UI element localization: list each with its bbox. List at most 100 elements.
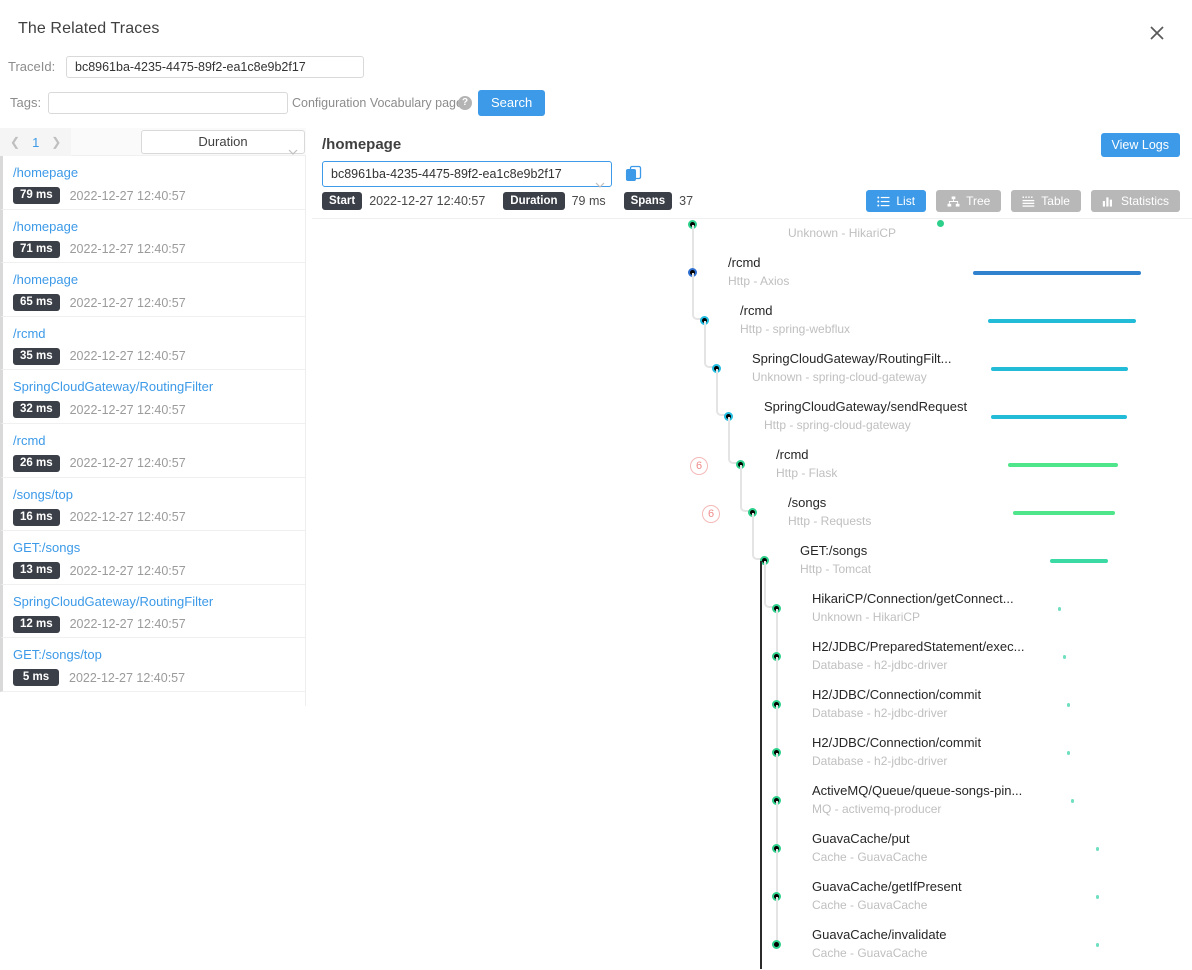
traceid-input[interactable] (66, 56, 364, 78)
span-subtitle: MQ - activemq-producer (812, 802, 941, 816)
span-error-badge: 6 (690, 457, 708, 475)
tab-statistics[interactable]: Statistics (1091, 190, 1180, 212)
span-list[interactable]: Unknown - HikariCP/rcmdHttp - Axios/rcmd… (312, 218, 1192, 970)
trace-list-item[interactable]: /songs/top16 ms2022-12-27 12:40:57 (0, 478, 305, 532)
trace-detail-panel: /homepage View Logs bc8961ba-4235-4475-8… (312, 128, 1192, 970)
trace-item-duration: 13 ms (13, 562, 60, 579)
span-row[interactable]: /rcmdHttp - spring-webflux (312, 297, 1192, 345)
trace-item-time: 2022-12-27 12:40:57 (70, 349, 186, 363)
span-connector (692, 273, 704, 320)
tab-label: List (896, 190, 915, 212)
span-row[interactable]: H2/JDBC/Connection/commitDatabase - h2-j… (312, 729, 1192, 777)
tree-icon (947, 196, 960, 207)
trace-list-item[interactable]: /rcmd35 ms2022-12-27 12:40:57 (0, 317, 305, 371)
span-row[interactable]: SpringCloudGateway/sendRequestHttp - spr… (312, 393, 1192, 441)
span-subtitle: Database - h2-jdbc-driver (812, 658, 947, 672)
span-dot-icon (772, 940, 781, 949)
span-duration-bar (1067, 703, 1070, 707)
span-duration-bar (1058, 607, 1061, 611)
span-row[interactable]: /rcmdHttp - Axios (312, 249, 1192, 297)
span-duration-bar (988, 319, 1136, 323)
span-duration-bar (1071, 799, 1074, 803)
trace-item-duration: 35 ms (13, 348, 60, 365)
span-duration-bar (991, 367, 1128, 371)
span-row[interactable]: H2/JDBC/PreparedStatement/exec...Databas… (312, 633, 1192, 681)
span-row[interactable]: H2/JDBC/Connection/commitDatabase - h2-j… (312, 681, 1192, 729)
span-row[interactable]: GuavaCache/getIfPresentCache - GuavaCach… (312, 873, 1192, 921)
search-button[interactable]: Search (478, 90, 545, 116)
span-connector (776, 609, 778, 656)
close-icon[interactable] (1146, 22, 1168, 44)
sort-select[interactable]: Duration (141, 130, 305, 154)
trace-list-item[interactable]: SpringCloudGateway/RoutingFilter12 ms202… (0, 585, 305, 639)
span-row[interactable]: HikariCP/Connection/getConnect...Unknown… (312, 585, 1192, 633)
span-row[interactable]: GET:/songsHttp - Tomcat (312, 537, 1192, 585)
trace-item-duration: 65 ms (13, 294, 60, 311)
tab-table[interactable]: Table (1011, 190, 1081, 212)
trace-item-duration: 79 ms (13, 187, 60, 204)
trace-item-name: /songs/top (13, 486, 305, 503)
copy-icon[interactable] (625, 165, 642, 182)
tab-list[interactable]: List (866, 190, 926, 212)
trace-item-name: SpringCloudGateway/RoutingFilter (13, 378, 305, 395)
span-subtitle: Http - Flask (776, 466, 837, 480)
span-connector (776, 753, 778, 800)
span-duration-bar (1067, 751, 1070, 755)
trace-item-duration: 32 ms (13, 401, 60, 418)
start-label: Start (322, 192, 362, 210)
span-row[interactable]: GuavaCache/invalidateCache - GuavaCache (312, 921, 1192, 969)
span-title: SpringCloudGateway/RoutingFilt... (752, 351, 951, 366)
span-connector (752, 513, 764, 560)
help-icon[interactable]: ? (458, 96, 472, 110)
page-number[interactable]: 1 (32, 135, 39, 150)
trace-list-item[interactable]: /homepage79 ms2022-12-27 12:40:57 (0, 156, 305, 210)
span-connector (764, 561, 776, 608)
trace-item-name: /rcmd (13, 432, 305, 449)
span-row[interactable]: Unknown - HikariCP (312, 218, 1192, 249)
spans-value: 37 (679, 194, 693, 208)
span-row[interactable]: /rcmd Http - Flask 6 (312, 441, 1192, 489)
trace-list-toolbar: ❮ 1 ❯ Duration (0, 128, 306, 156)
trace-list-panel: ❮ 1 ❯ Duration /homepage79 ms2022-12-27 … (0, 128, 306, 706)
sort-select-value: Duration (198, 134, 247, 149)
span-connector (776, 849, 778, 896)
trace-list-item[interactable]: GET:/songs13 ms2022-12-27 12:40:57 (0, 531, 305, 585)
span-title: ActiveMQ/Queue/queue-songs-pin... (812, 783, 1022, 798)
page-title: The Related Traces (18, 20, 159, 38)
trace-list-item[interactable]: GET:/songs/top5 ms2022-12-27 12:40:57 (0, 638, 305, 692)
span-title: /rcmd (740, 303, 773, 318)
trace-list-item[interactable]: /homepage65 ms2022-12-27 12:40:57 (0, 263, 305, 317)
span-connector (776, 801, 778, 848)
span-title: /rcmd (776, 447, 809, 462)
tab-label: Statistics (1121, 190, 1169, 212)
span-connector (776, 657, 778, 704)
span-row[interactable]: SpringCloudGateway/RoutingFilt...Unknown… (312, 345, 1192, 393)
trace-list-item[interactable]: SpringCloudGateway/RoutingFilter 32 ms 202… (0, 370, 305, 424)
trace-list[interactable]: /homepage79 ms2022-12-27 12:40:57/homepa… (0, 156, 306, 706)
span-title: /songs (788, 495, 826, 510)
chevron-left-icon[interactable]: ❮ (10, 135, 20, 149)
span-connector (776, 897, 778, 944)
trace-list-item[interactable]: /rcmd26 ms2022-12-27 12:40:57 (0, 424, 305, 478)
trace-id-select[interactable]: bc8961ba-4235-4475-89f2-ea1c8e9b2f17 (322, 161, 612, 187)
span-connector (716, 369, 728, 416)
span-subtitle: Cache - GuavaCache (812, 850, 927, 864)
trace-list-item[interactable]: /homepage71 ms2022-12-27 12:40:57 (0, 210, 305, 264)
tab-tree[interactable]: Tree (936, 190, 1001, 212)
trace-item-name: SpringCloudGateway/RoutingFilter (13, 593, 305, 610)
tags-input[interactable] (48, 92, 288, 114)
view-logs-button[interactable]: View Logs (1101, 133, 1180, 157)
chevron-right-icon[interactable]: ❯ (51, 135, 61, 149)
span-row[interactable]: ActiveMQ/Queue/queue-songs-pin... MQ - ac… (312, 777, 1192, 825)
span-row[interactable]: GuavaCache/putCache - GuavaCache (312, 825, 1192, 873)
spans-label: Spans (624, 192, 673, 210)
span-subtitle: Http - Requests (788, 514, 871, 528)
start-value: 2022-12-27 12:40:57 (369, 194, 485, 208)
span-duration-bar (1013, 511, 1115, 515)
trace-item-time: 2022-12-27 12:40:57 (70, 403, 186, 417)
span-duration-bar (1096, 895, 1099, 899)
view-mode-tabs[interactable]: List Tree Table Statistics (866, 190, 1180, 212)
configuration-vocabulary-link[interactable]: Configuration Vocabulary page (292, 92, 463, 114)
trace-item-duration: 71 ms (13, 241, 60, 258)
trace-detail-title: /homepage (322, 136, 401, 153)
